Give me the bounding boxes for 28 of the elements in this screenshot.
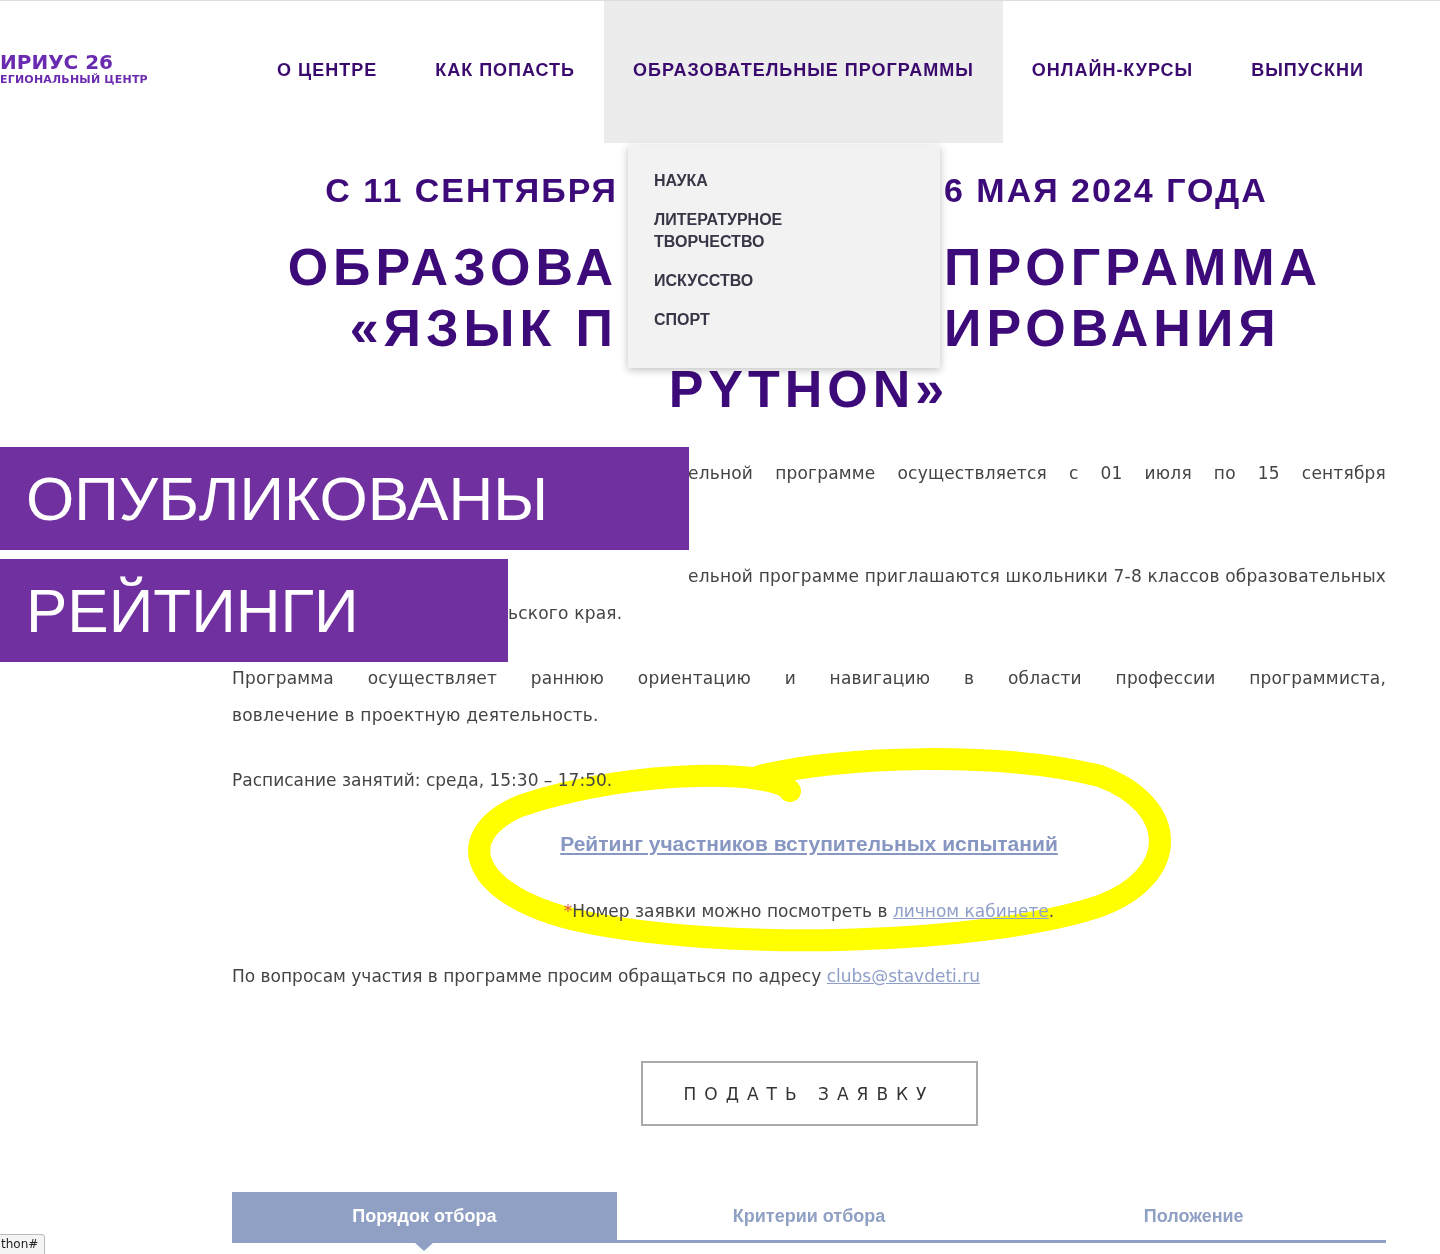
nav-item[interactable]: КАК ПОПАСТЬ xyxy=(406,1,605,143)
dropdown-item[interactable]: ИСКУССТВО xyxy=(654,270,814,292)
contact-text: По вопросам участия в программе просим обращаться по адресу clubs@stavdeti.ru xyxy=(232,965,981,988)
logo-title: ИРИУС 26 xyxy=(0,50,115,73)
program-title: ПРОГРАММА xyxy=(943,237,1323,298)
nav-item[interactable]: ОНЛАЙН-КУРСЫ xyxy=(1002,1,1223,143)
paragraph-text: ельной программе приглашаются школьники 7-8 классов образовательных xyxy=(688,565,1386,588)
nav-item[interactable]: ОБРАЗОВАТЕЛЬНЫЕ ПРОГРАММЫ xyxy=(604,1,1003,143)
program-title: ИРОВАНИЯ xyxy=(943,298,1281,359)
paragraph-text: ельной программе осуществляется с 01 июля по 15 сентября xyxy=(688,462,1386,485)
nav-item[interactable]: ВЫПУСКНИ xyxy=(1222,1,1393,143)
dropdown-item[interactable]: СПОРТ xyxy=(654,309,814,331)
logo-subtitle: ЕГИОНАЛЬНЫЙ ЦЕНТР xyxy=(0,72,149,86)
program-title: PYTHON» xyxy=(668,360,950,418)
dropdown-item[interactable]: НАУКА xyxy=(654,170,814,192)
program-dates: 6 МАЯ 2024 ГОДА xyxy=(943,171,1268,210)
program-title: ОБРАЗОВА xyxy=(287,237,619,298)
announcement-banner: ОПУБЛИКОВАНЫ xyxy=(0,447,689,550)
paragraph-text: Программа осуществляет раннюю ориентацию и навигацию в области профессии программиста, xyxy=(232,667,1386,690)
nav-item[interactable]: О ЦЕНТРЕ xyxy=(248,1,407,143)
program-dates: С 11 СЕНТЯБРЯ xyxy=(325,171,619,210)
announcement-banner: РЕЙТИНГИ xyxy=(0,559,508,662)
paragraph-text: вовлечение в проектную деятельность. xyxy=(232,704,600,727)
status-url: thon# xyxy=(0,1234,46,1254)
program-title: «ЯЗЫК П xyxy=(349,298,619,359)
dropdown-item[interactable]: ЛИТЕРАТУРНОЕ ТВОРЧЕСТВО xyxy=(654,209,814,253)
paragraph-text: ьского края. xyxy=(508,602,624,625)
apply-button[interactable]: ПОДАТЬ ЗАЯВКУ xyxy=(640,1061,978,1126)
